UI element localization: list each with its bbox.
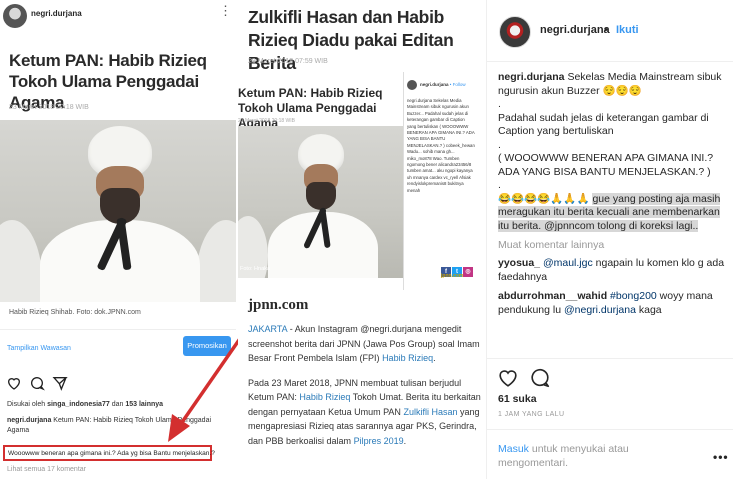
jpnn-logo: jpnn.com <box>248 297 309 313</box>
login-text: Masuk untuk menyukai atau mengomentari. <box>498 443 629 469</box>
caption-username[interactable]: negri.durjana <box>498 71 565 83</box>
follow-button[interactable]: Ikuti <box>616 24 639 36</box>
comment-hashtag[interactable]: #bong200 <box>610 290 657 302</box>
heart-icon[interactable] <box>497 367 519 389</box>
list-item: yyosua_ @maul.jgc ngapain lu komen klo g… <box>498 257 725 283</box>
likes-count[interactable]: 61 suka <box>498 393 537 405</box>
avatar <box>407 80 417 90</box>
jpnn-site-label: jpnn.com <box>441 273 464 279</box>
comment-bubble-icon[interactable] <box>529 367 551 389</box>
embedded-instagram-card: Ketum PAN: Habib Rizieq Tokoh Ulama Peng… <box>238 72 476 290</box>
article-screenshot: Zulkifli Hasan dan Habib Rizieq Diadu pa… <box>238 0 486 479</box>
header-username[interactable]: negri.durjana <box>540 24 610 36</box>
avatar <box>3 4 27 28</box>
login-prompt: Masuk untuk menyukai atau mengomentari. … <box>487 429 733 479</box>
embedded-post: Ketum PAN: Habib Rizieq Tokoh Ulama Peng… <box>238 72 403 290</box>
embedded-user: negri.durjana • Follow <box>420 82 466 87</box>
instagram-icon: ◎ <box>463 267 473 277</box>
load-more-comments[interactable]: Muat komentar lainnya <box>498 239 726 251</box>
embedded-title: Ketum PAN: Habib Rizieq Tokoh Ulama Peng… <box>238 86 383 130</box>
post-timestamp: 1 JAM YANG LALU <box>498 411 565 418</box>
post-actions: 61 suka 1 JAM YANG LALU Masuk untuk meny… <box>487 358 733 478</box>
heart-icon <box>7 378 21 390</box>
phone-liked-by: Disukai oleh singa_indonesia77 dan 153 l… <box>7 401 164 408</box>
share-icon <box>52 377 68 391</box>
insights-link: Tampilkan Wawasan <box>7 345 71 352</box>
embedded-date: 23 Maret 2018 20:18 WIB <box>238 118 295 124</box>
embedded-comment-text: negri.durjana Sekelas Media Mainstream s… <box>407 98 475 193</box>
phone-article-date: 23 Maret 2018 20:18 WIB <box>9 104 89 111</box>
post-side-panel: negri.durjana • Ikuti negri.durjana Seke… <box>487 0 733 479</box>
rizieq-photo <box>0 120 236 302</box>
comment-username[interactable]: abdurrohman__wahid <box>498 290 607 302</box>
comment-icon <box>31 377 45 391</box>
highlighted-comment: Wooowww beneran apa gimana ini.? Ada yg … <box>8 450 215 457</box>
comment-username[interactable]: yyosua_ <box>498 257 540 269</box>
phone-photo-caption: Habib Rizieq Shihab. Foto: dok.JPNN.com <box>9 309 141 316</box>
view-all-comments: Lihat semua 17 komentar <box>7 466 86 473</box>
post-caption: negri.durjana Sekelas Media Mainstream s… <box>498 71 722 232</box>
article-body: JAKARTA - Akun Instagram @negri.durjana … <box>248 324 481 446</box>
vertical-dots-icon: ⋮ <box>219 3 232 18</box>
login-link[interactable]: Masuk <box>498 443 529 455</box>
separator-dot: • <box>604 24 608 36</box>
embedded-comments: negri.durjana • Follow negri.durjana Sek… <box>403 72 476 290</box>
comment-mention[interactable]: @negri.durjana <box>564 304 636 316</box>
phone-username: negri.durjana <box>31 9 82 18</box>
embedded-photo-caption: Foto: Hnaka <box>240 266 270 272</box>
comments-list: negri.durjana Sekelas Media Mainstream s… <box>498 71 726 317</box>
phone-header: negri.durjana ⋮ <box>0 0 236 34</box>
list-item: abdurrohman__wahid #bong200 woyy mana pe… <box>498 290 713 316</box>
avatar[interactable] <box>499 16 531 48</box>
post-image: negri.durjana ⋮ Ketum PAN: Habib Rizieq … <box>0 0 487 479</box>
comment-mention[interactable]: @maul.jgc <box>543 257 593 269</box>
article-date: 29 Maret 2018 07:59 WIB <box>248 58 328 65</box>
more-horizontal-icon[interactable]: ••• <box>713 450 729 464</box>
social-icons: f t ◎ <box>441 260 477 277</box>
embedded-photo: Foto: Hnaka <box>238 126 403 278</box>
post-header: negri.durjana • Ikuti <box>487 0 733 62</box>
